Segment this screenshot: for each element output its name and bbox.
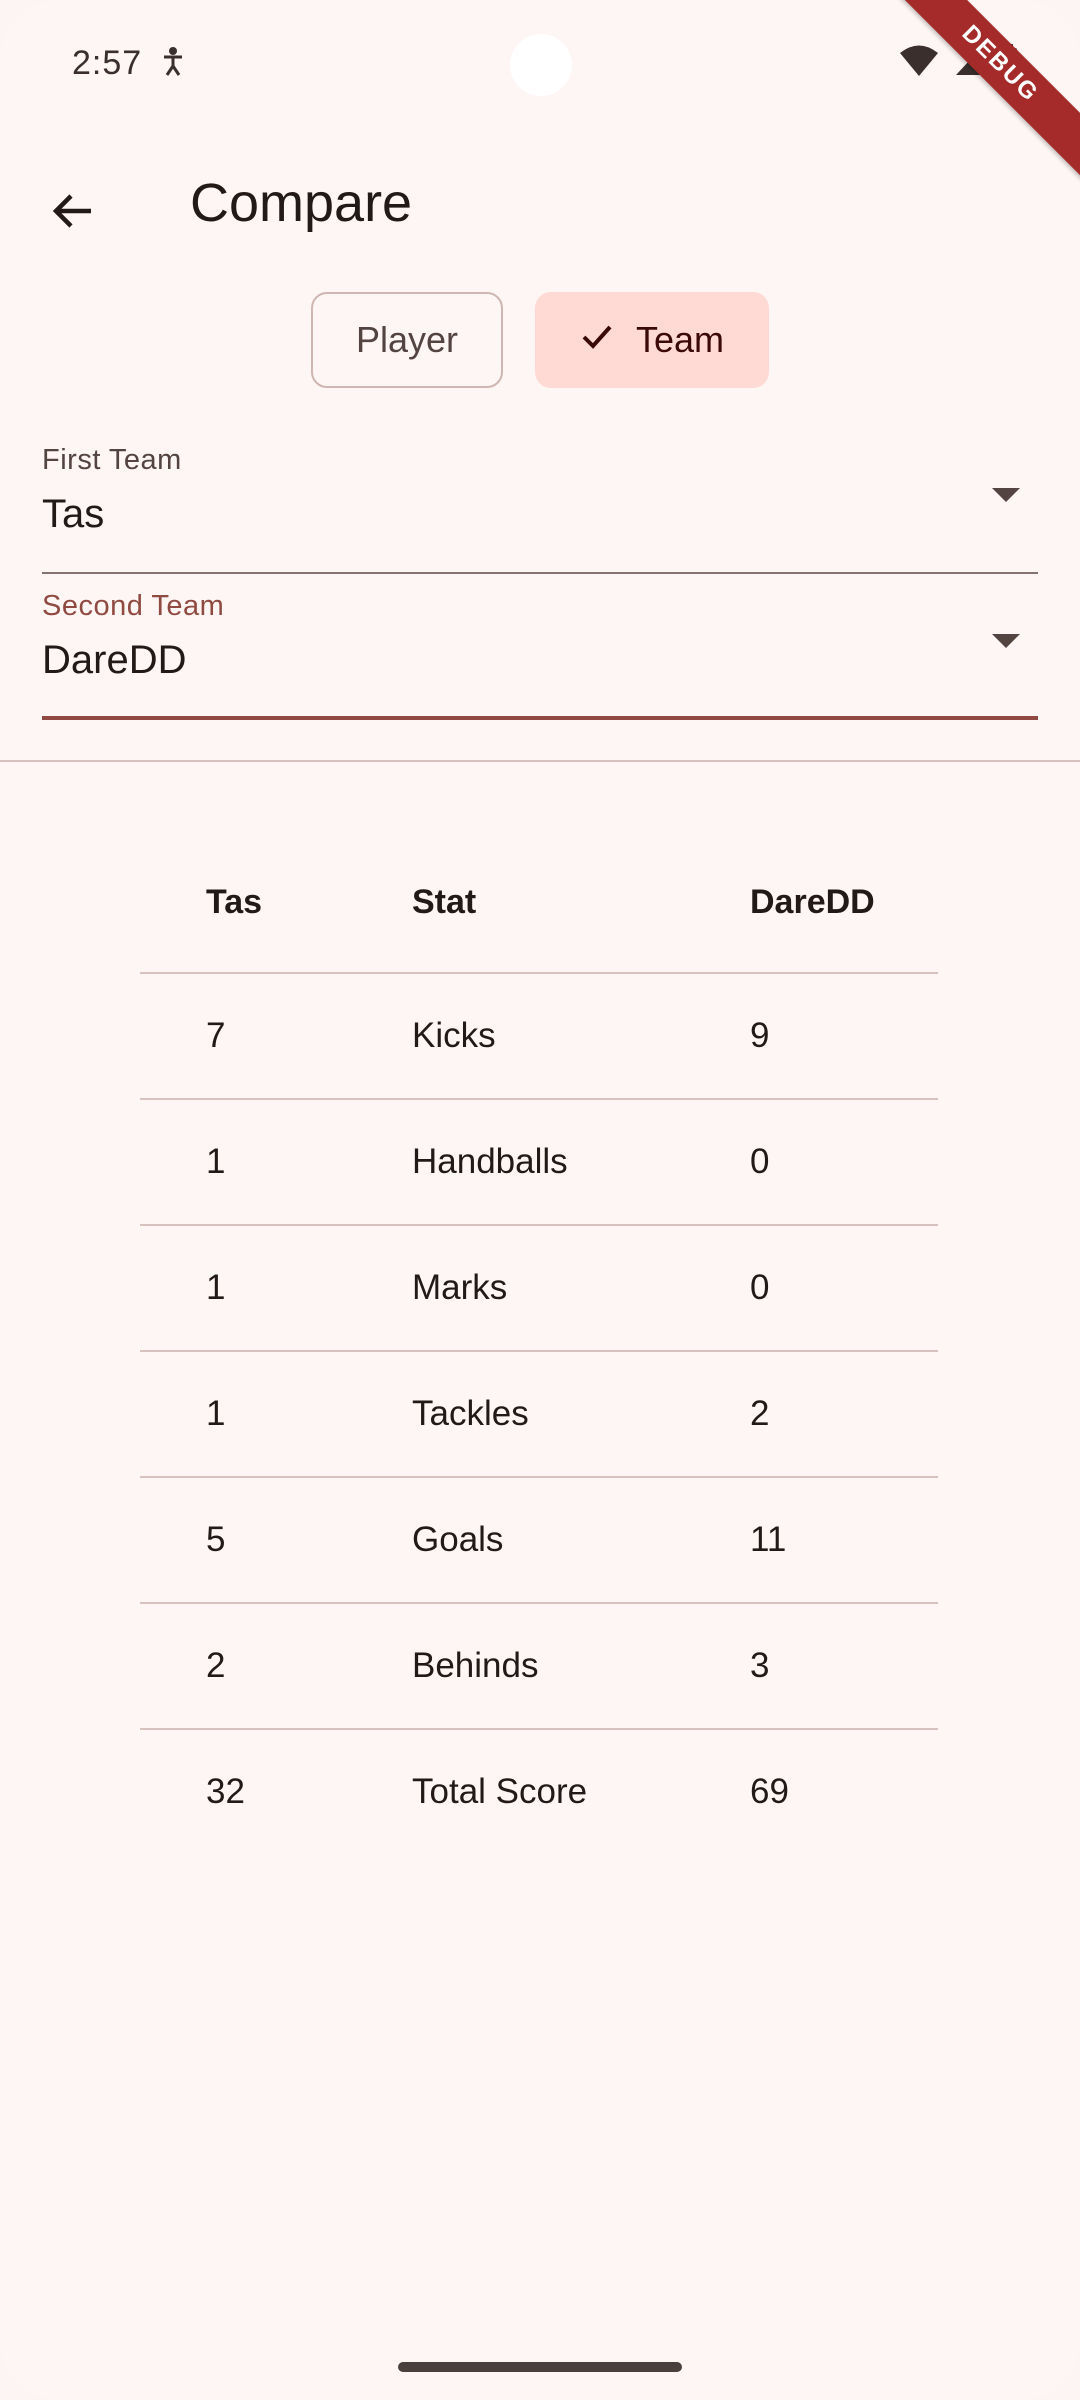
second-team-cell: 2: [750, 1394, 770, 1433]
first-team-cell: 1: [206, 1142, 226, 1181]
player-chip-label: Player: [355, 319, 459, 360]
app-bar: Compare: [0, 150, 1080, 260]
first-team-value: Tas: [42, 492, 105, 536]
first-team-dropdown[interactable]: First Team Tas: [42, 444, 1038, 574]
table-row: 32 Total Score 69: [140, 1730, 938, 1854]
second-team-cell: 11: [750, 1520, 787, 1559]
accessibility-icon: [160, 46, 186, 76]
player-chip[interactable]: Player: [311, 292, 503, 388]
team-chip[interactable]: Team: [535, 292, 769, 388]
stat-name-cell: Marks: [412, 1268, 508, 1307]
stat-name-cell: Handballs: [412, 1142, 568, 1181]
check-icon: [580, 319, 614, 362]
stats-comparison-table: Tas Stat DareDD 7 Kicks 9 1 Handballs 0 …: [140, 832, 938, 1854]
first-team-label: First Team: [42, 444, 182, 476]
field-underline: [42, 572, 1038, 574]
first-team-cell: 2: [206, 1646, 226, 1685]
home-indicator[interactable]: [398, 2362, 682, 2372]
second-team-cell: 69: [750, 1772, 789, 1811]
stat-name-cell: Tackles: [412, 1394, 529, 1433]
table-header-row: Tas Stat DareDD: [140, 832, 938, 974]
table-row: 1 Tackles 2: [140, 1352, 938, 1478]
second-team-dropdown[interactable]: Second Team DareDD: [42, 590, 1038, 720]
second-team-cell: 9: [750, 1016, 770, 1055]
wifi-icon: [898, 44, 940, 83]
screen: 2:57 DEBUG Compare Player Team First Tea…: [0, 0, 1080, 2400]
back-button[interactable]: [30, 170, 116, 256]
status-time: 2:57: [72, 44, 143, 82]
table-row: 7 Kicks 9: [140, 974, 938, 1100]
arrow-back-icon: [49, 187, 97, 240]
status-bar: 2:57 DEBUG: [0, 0, 1080, 186]
table-row: 5 Goals 11: [140, 1478, 938, 1604]
field-underline: [42, 716, 1038, 720]
stat-name-cell: Goals: [412, 1520, 504, 1559]
stat-name-cell: Kicks: [412, 1016, 496, 1055]
second-team-value: DareDD: [42, 638, 187, 682]
compare-mode-selector: Player Team: [0, 292, 1080, 388]
first-team-cell: 32: [206, 1772, 245, 1811]
table-row: 1 Handballs 0: [140, 1100, 938, 1226]
table-row: 1 Marks 0: [140, 1226, 938, 1352]
stat-name-cell: Total Score: [412, 1772, 588, 1811]
stat-name-cell: Behinds: [412, 1646, 539, 1685]
first-team-cell: 1: [206, 1394, 226, 1433]
table-row: 2 Behinds 3: [140, 1604, 938, 1730]
header-first-team: Tas: [206, 882, 263, 921]
second-team-cell: 3: [750, 1646, 770, 1685]
header-second-team: DareDD: [750, 882, 875, 921]
second-team-cell: 0: [750, 1142, 770, 1181]
page-title: Compare: [190, 173, 413, 233]
second-team-label: Second Team: [42, 590, 225, 622]
first-team-cell: 7: [206, 1016, 226, 1055]
camera-cutout: [510, 34, 572, 96]
first-team-cell: 5: [206, 1520, 226, 1559]
first-team-cell: 1: [206, 1268, 226, 1307]
divider: [0, 760, 1080, 762]
dropdown-arrow-icon: [992, 488, 1020, 502]
team-chip-label: Team: [635, 319, 725, 360]
header-stat: Stat: [412, 882, 477, 921]
second-team-cell: 0: [750, 1268, 770, 1307]
dropdown-arrow-icon: [992, 634, 1020, 648]
